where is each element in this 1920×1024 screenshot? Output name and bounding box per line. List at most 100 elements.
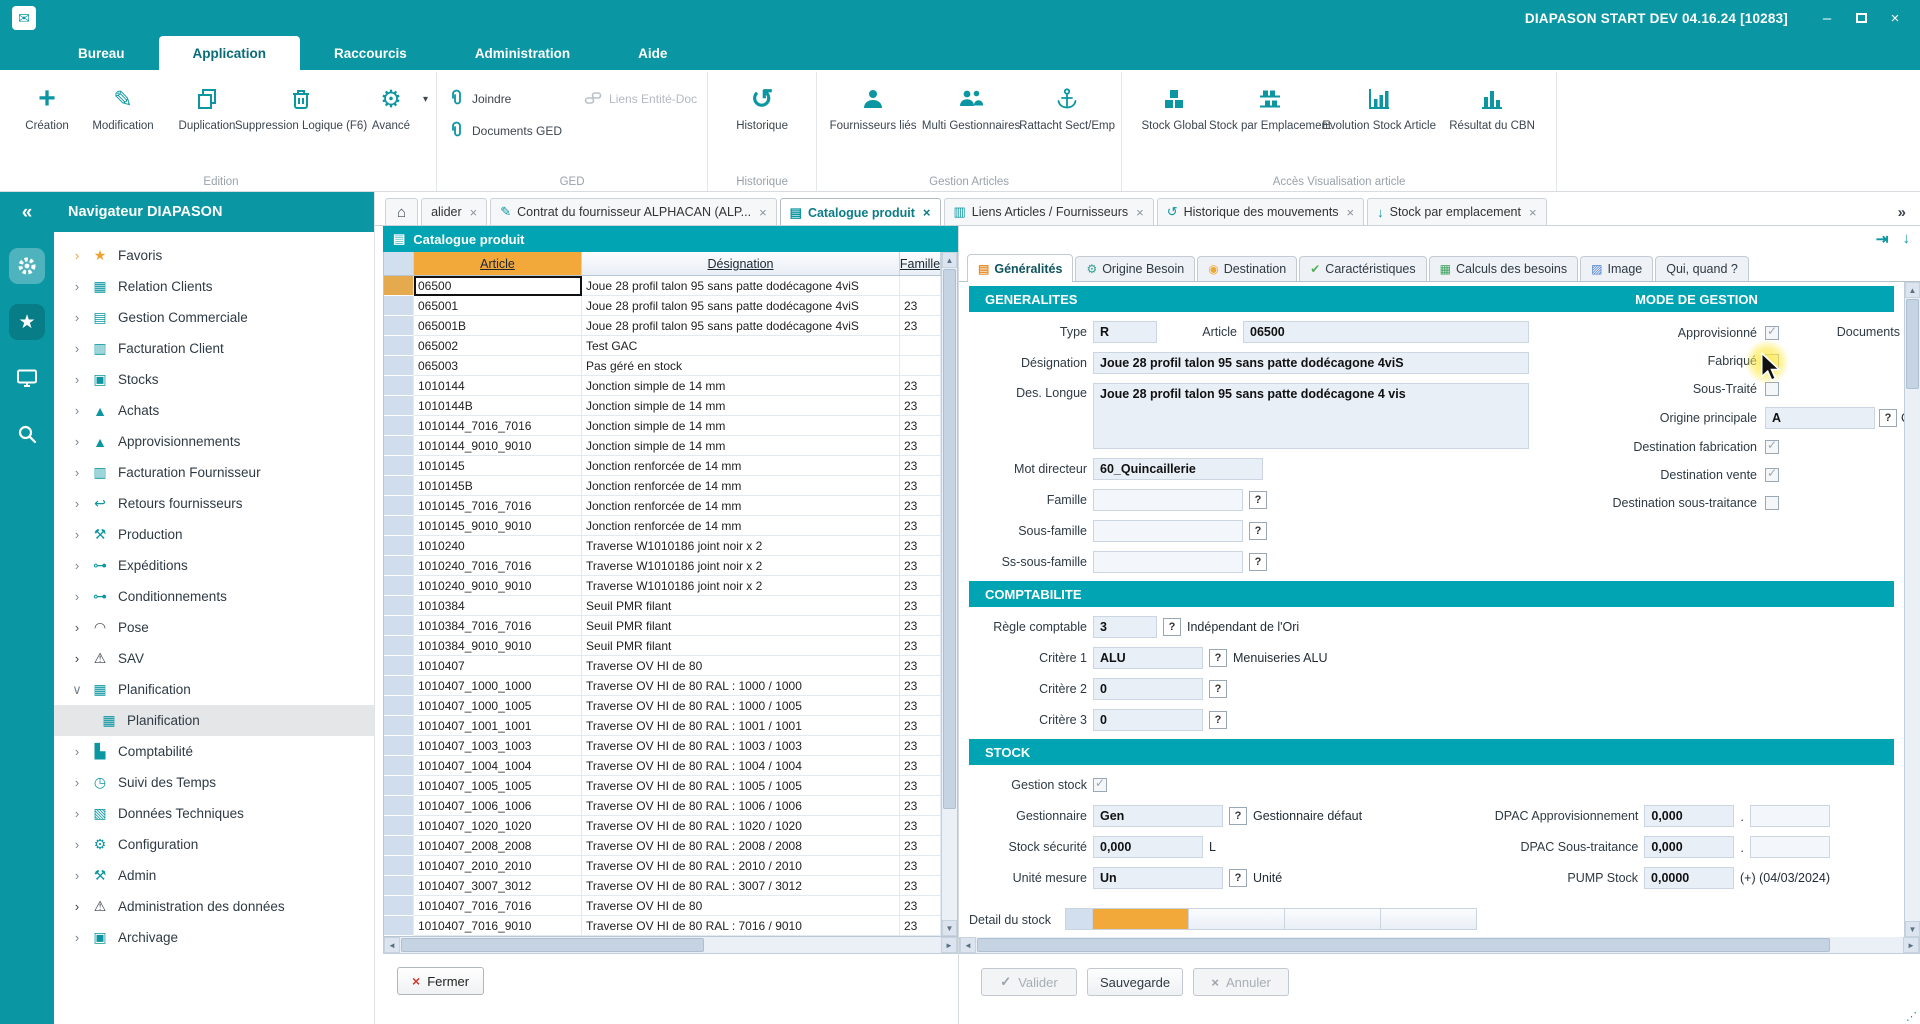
article-cell[interactable]: 1010407_1020_1020 bbox=[414, 816, 582, 836]
row-number-cell[interactable] bbox=[384, 676, 414, 696]
sidebar-item[interactable]: › ⚠ Administration des données bbox=[54, 891, 374, 922]
close-icon[interactable]: × bbox=[470, 205, 478, 220]
article-cell[interactable]: 1010240 bbox=[414, 536, 582, 556]
article-cell[interactable]: 1010145B bbox=[414, 476, 582, 496]
famille-cell[interactable]: 23 bbox=[900, 516, 941, 536]
table-row[interactable]: 1010144B Jonction simple de 14 mm 23 bbox=[384, 396, 941, 416]
famille-cell[interactable]: 23 bbox=[900, 896, 941, 916]
menu-item[interactable]: Aide bbox=[604, 36, 701, 70]
table-row[interactable]: 065003 Pas géré en stock bbox=[384, 356, 941, 376]
designation-cell[interactable]: Jonction simple de 14 mm bbox=[582, 396, 900, 416]
sidebar-item[interactable]: › ⚒ Admin bbox=[54, 860, 374, 891]
article-cell[interactable]: 1010384 bbox=[414, 596, 582, 616]
article-cell[interactable]: 065001 bbox=[414, 296, 582, 316]
close-button[interactable]: × bbox=[1878, 4, 1912, 32]
avance-button[interactable]: ⚙ Avancé ▾ bbox=[356, 76, 426, 133]
article-cell[interactable]: 065001B bbox=[414, 316, 582, 336]
designation-cell[interactable]: Pas géré en stock bbox=[582, 356, 900, 376]
sidebar-item[interactable]: › ⚠ SAV bbox=[54, 643, 374, 674]
sidebar-item[interactable]: › ★ Favoris bbox=[54, 240, 374, 271]
row-number-cell[interactable] bbox=[384, 476, 414, 496]
dpac-approvisionnement-field[interactable]: 0,000 bbox=[1644, 805, 1734, 827]
famille-cell[interactable]: 23 bbox=[900, 916, 941, 936]
row-number-cell[interactable] bbox=[384, 296, 414, 316]
expander-icon[interactable]: › bbox=[72, 310, 82, 325]
download-icon[interactable]: ↓ bbox=[1903, 230, 1911, 248]
sauvegarde-button[interactable]: Sauvegarde bbox=[1087, 968, 1183, 996]
famille-cell[interactable]: 23 bbox=[900, 836, 941, 856]
expander-icon[interactable]: › bbox=[72, 372, 82, 387]
destination-sous-traitance-checkbox[interactable] bbox=[1765, 496, 1779, 510]
article-cell[interactable]: 1010240_7016_7016 bbox=[414, 556, 582, 576]
designation-cell[interactable]: Traverse OV HI de 80 RAL : 2008 / 2008 bbox=[582, 836, 900, 856]
article-cell[interactable]: 1010407 bbox=[414, 656, 582, 676]
designation-cell[interactable]: Traverse OV HI de 80 RAL : 1001 / 1001 bbox=[582, 716, 900, 736]
document-tab[interactable]: ▥ Liens Articles / Fournisseurs × bbox=[944, 198, 1154, 225]
scrollbar-thumb[interactable] bbox=[943, 269, 956, 809]
article-cell[interactable]: 1010144 bbox=[414, 376, 582, 396]
row-number-cell[interactable] bbox=[384, 856, 414, 876]
critere3-field[interactable]: 0 bbox=[1093, 709, 1203, 731]
row-number-cell[interactable] bbox=[384, 396, 414, 416]
sidebar-item[interactable]: ∨ ▦ Planification bbox=[54, 674, 374, 705]
scroll-down-button[interactable]: ▼ bbox=[942, 920, 957, 936]
table-vertical-scrollbar[interactable]: ▲ ▼ bbox=[941, 252, 957, 936]
type-field[interactable]: R bbox=[1093, 321, 1157, 343]
critere1-field[interactable]: ALU bbox=[1093, 647, 1203, 669]
document-tab[interactable]: ⌂ × bbox=[385, 198, 418, 225]
table-row[interactable]: 1010384 Seuil PMR filant 23 bbox=[384, 596, 941, 616]
article-cell[interactable]: 1010384_7016_7016 bbox=[414, 616, 582, 636]
table-row[interactable]: 06500 Joue 28 profil talon 95 sans patte… bbox=[384, 276, 941, 296]
valider-button[interactable]: ✓ Valider bbox=[981, 968, 1077, 996]
row-number-cell[interactable] bbox=[384, 836, 414, 856]
table-row[interactable]: 065002 Test GAC bbox=[384, 336, 941, 356]
expander-icon[interactable]: ∨ bbox=[72, 682, 82, 698]
famille-cell[interactable]: 23 bbox=[900, 876, 941, 896]
designation-cell[interactable]: Traverse W1010186 joint noir x 2 bbox=[582, 576, 900, 596]
row-number-cell[interactable] bbox=[384, 596, 414, 616]
table-row[interactable]: 1010407_2010_2010 Traverse OV HI de 80 R… bbox=[384, 856, 941, 876]
row-number-cell[interactable] bbox=[384, 276, 414, 296]
expander-icon[interactable]: › bbox=[72, 775, 82, 790]
article-cell[interactable]: 1010407_1006_1006 bbox=[414, 796, 582, 816]
row-number-cell[interactable] bbox=[384, 336, 414, 356]
designation-cell[interactable]: Traverse OV HI de 80 RAL : 1004 / 1004 bbox=[582, 756, 900, 776]
row-number-cell[interactable] bbox=[384, 916, 414, 936]
article-cell[interactable]: 1010407_1005_1005 bbox=[414, 776, 582, 796]
table-row[interactable]: 1010407_1000_1005 Traverse OV HI de 80 R… bbox=[384, 696, 941, 716]
origine-principale-field[interactable]: A bbox=[1765, 407, 1875, 429]
expander-icon[interactable]: › bbox=[72, 496, 82, 511]
resultat-cbn-button[interactable]: Résultat du CBN bbox=[1438, 76, 1546, 133]
expander-icon[interactable]: › bbox=[72, 744, 82, 759]
expander-icon[interactable]: › bbox=[72, 806, 82, 821]
scroll-left-button[interactable]: ◄ bbox=[960, 937, 976, 953]
close-icon[interactable]: × bbox=[1136, 205, 1144, 220]
expander-icon[interactable]: › bbox=[72, 868, 82, 883]
sous-famille-field[interactable] bbox=[1093, 520, 1243, 542]
famille-cell[interactable]: 23 bbox=[900, 696, 941, 716]
designation-cell[interactable]: Traverse OV HI de 80 RAL : 1005 / 1005 bbox=[582, 776, 900, 796]
annuler-button[interactable]: × Annuler bbox=[1193, 968, 1289, 996]
detail-tab[interactable]: ▨ Image bbox=[1580, 256, 1653, 281]
famille-cell[interactable]: 23 bbox=[900, 456, 941, 476]
help-button[interactable]: ? bbox=[1249, 553, 1267, 571]
detail-horizontal-scrollbar[interactable]: ◄ ► bbox=[959, 937, 1920, 954]
famille-cell[interactable] bbox=[900, 276, 941, 296]
menu-item[interactable]: Raccourcis bbox=[300, 36, 441, 70]
famille-cell[interactable]: 23 bbox=[900, 576, 941, 596]
article-cell[interactable]: 1010407_2008_2008 bbox=[414, 836, 582, 856]
document-tab[interactable]: alider × bbox=[421, 198, 487, 225]
designation-cell[interactable]: Seuil PMR filant bbox=[582, 616, 900, 636]
table-row[interactable]: 065001B Joue 28 profil talon 95 sans pat… bbox=[384, 316, 941, 336]
table-row[interactable]: 1010407_3007_3012 Traverse OV HI de 80 R… bbox=[384, 876, 941, 896]
row-number-cell[interactable] bbox=[384, 636, 414, 656]
expander-icon[interactable]: › bbox=[72, 899, 82, 914]
fermer-button[interactable]: × Fermer bbox=[397, 967, 484, 995]
table-row[interactable]: 1010407_1004_1004 Traverse OV HI de 80 R… bbox=[384, 756, 941, 776]
detail-tab[interactable]: ⚙ Origine Besoin bbox=[1075, 256, 1195, 281]
famille-cell[interactable]: 23 bbox=[900, 536, 941, 556]
designation-cell[interactable]: Traverse OV HI de 80 RAL : 1006 / 1006 bbox=[582, 796, 900, 816]
help-button[interactable]: ? bbox=[1249, 522, 1267, 540]
minimize-button[interactable]: – bbox=[1810, 4, 1844, 32]
help-button[interactable]: ? bbox=[1879, 409, 1897, 427]
